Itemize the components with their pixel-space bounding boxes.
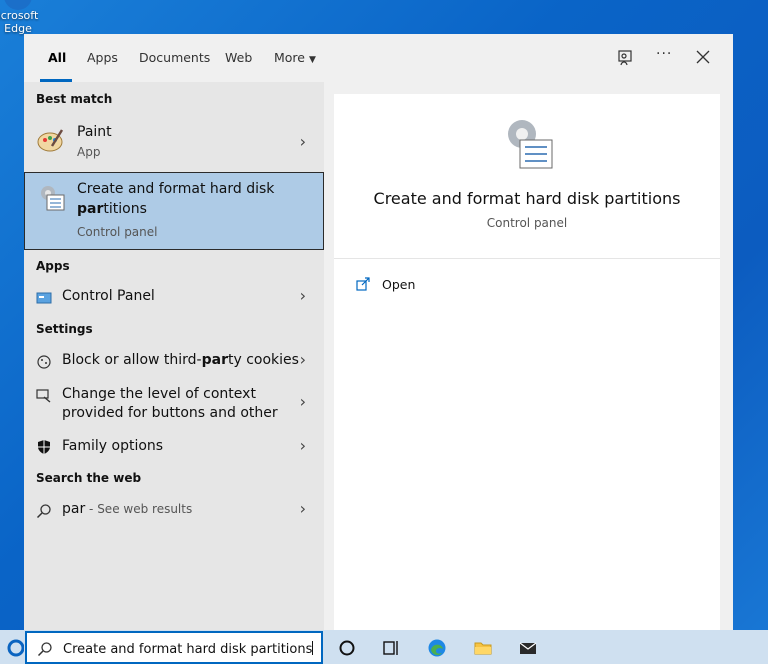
chevron-right-icon[interactable]: › [300, 392, 306, 411]
result-title-line1: Create and format hard disk [77, 181, 275, 197]
control-panel-icon [36, 292, 52, 304]
mail-icon[interactable] [518, 638, 538, 658]
open-icon [356, 277, 370, 291]
web-query: par [62, 501, 86, 517]
result-title: par - See web results [62, 501, 192, 517]
search-input[interactable]: Create and format hard disk partitions [63, 641, 314, 657]
preview-title: Create and format hard disk partitions [373, 189, 681, 208]
tab-more-label: More [274, 50, 305, 65]
taskbar-search-box[interactable]: Create and format hard disk partitions [25, 631, 323, 664]
tab-apps[interactable]: Apps [87, 50, 118, 65]
result-title-line2-rest: titions [103, 201, 147, 217]
feedback-icon[interactable] [616, 49, 634, 67]
result-disk-partitions-selected[interactable]: Create and format hard disk partitions C… [24, 172, 324, 250]
result-title-line2: partitions [77, 201, 147, 217]
close-icon[interactable] [696, 50, 710, 64]
result-context-level[interactable]: Change the level of context provided for… [24, 380, 324, 424]
taskbar: Create and format hard disk partitions [0, 630, 768, 664]
text-caret [312, 641, 314, 655]
cortana-icon[interactable] [337, 638, 357, 658]
result-title-line1: Change the level of context [62, 386, 256, 402]
result-title-line2: provided for buttons and other [62, 405, 278, 421]
task-view-icon[interactable] [381, 638, 401, 658]
result-subtitle: App [77, 145, 101, 159]
disk-management-icon [41, 186, 65, 211]
shield-icon [38, 440, 50, 454]
tab-web[interactable]: Web [225, 50, 252, 65]
search-icon [37, 642, 52, 657]
search-tabs: All Apps Documents Web More ▼ ··· [24, 34, 733, 82]
search-icon [36, 504, 51, 519]
section-search-web: Search the web [36, 471, 142, 485]
query-match-highlight: par [77, 201, 104, 217]
start-button-icon[interactable] [0, 636, 24, 660]
disk-management-large-icon [508, 120, 553, 169]
result-title: Paint [77, 124, 112, 140]
section-apps: Apps [36, 259, 70, 273]
more-options-icon[interactable]: ··· [656, 46, 672, 62]
result-title: Control Panel [62, 288, 155, 304]
section-settings: Settings [36, 322, 93, 336]
query-match-highlight: par [201, 352, 228, 368]
result-title: Family options [62, 438, 164, 454]
chevron-right-icon[interactable]: › [300, 350, 306, 369]
context-help-icon [36, 389, 51, 403]
start-menu: All Apps Documents Web More ▼ ··· Best m… [24, 34, 733, 630]
preview-pane: Create and format hard disk partitions C… [334, 94, 720, 630]
chevron-down-icon: ▼ [308, 55, 316, 65]
result-paint[interactable]: Paint App › [24, 116, 324, 168]
result-title-part: ty cookies [228, 352, 299, 368]
result-title: Block or allow third-party cookies [62, 352, 299, 368]
chevron-right-icon[interactable]: › [300, 286, 306, 305]
file-explorer-icon[interactable] [473, 638, 493, 658]
result-title-part: Block or allow third- [62, 352, 202, 368]
web-hint: - See web results [85, 502, 193, 516]
edge-browser-icon[interactable] [427, 638, 447, 658]
chevron-right-icon[interactable]: › [300, 436, 306, 455]
divider [334, 258, 720, 259]
desktop-icon-label-line1: icrosoft [0, 9, 39, 22]
result-web-search[interactable]: par - See web results › [24, 495, 324, 527]
open-action[interactable]: Open [382, 277, 415, 292]
tab-more[interactable]: More ▼ [274, 50, 316, 65]
preview-subtitle: Control panel [486, 216, 568, 230]
result-cookies[interactable]: Block or allow third-party cookies › [24, 346, 324, 378]
paint-icon [37, 129, 64, 152]
tab-documents[interactable]: Documents [139, 50, 210, 65]
section-best-match: Best match [36, 92, 113, 106]
cookie-settings-icon [37, 355, 51, 369]
chevron-right-icon[interactable]: › [300, 132, 306, 151]
result-family-options[interactable]: Family options › [24, 432, 324, 464]
search-input-value: Create and format hard disk partitions [63, 642, 313, 657]
chevron-right-icon[interactable]: › [300, 499, 306, 518]
result-subtitle: Control panel [77, 225, 158, 239]
results-pane: Best match Paint App › Create and format… [24, 82, 324, 630]
tab-all[interactable]: All [48, 50, 66, 65]
desktop-icon-label: icrosoft Edge [0, 9, 48, 35]
result-control-panel[interactable]: Control Panel › [24, 282, 324, 314]
